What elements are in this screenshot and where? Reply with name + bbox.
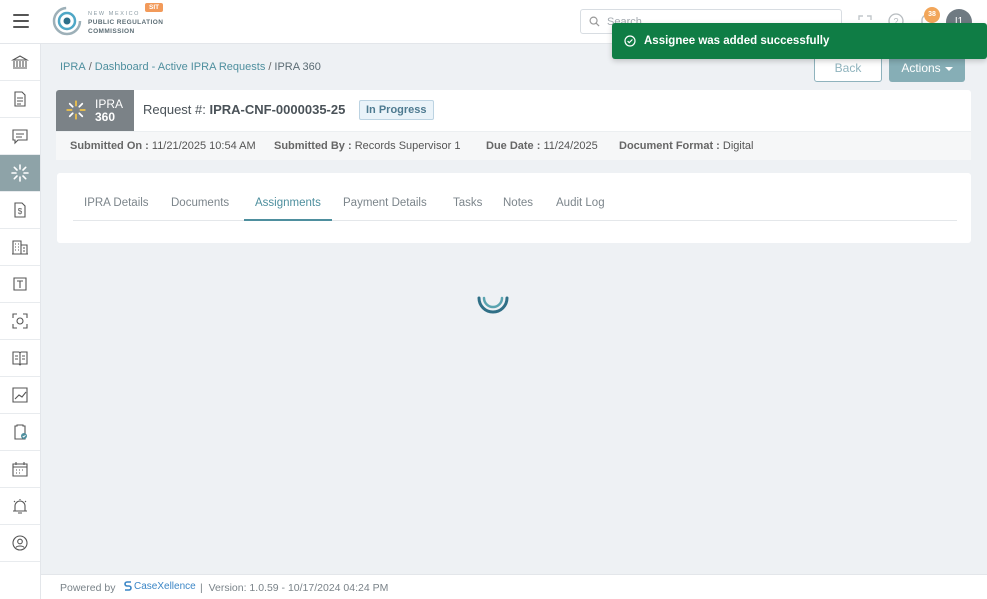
sidebar-item-bank[interactable] — [0, 44, 40, 81]
powered-by-label: Powered by — [60, 582, 116, 594]
prc-logo[interactable]: NEW MEXICO PUBLIC REGULATION COMMISSION … — [52, 3, 192, 40]
chart-icon — [12, 387, 28, 403]
loading-spinner-icon — [477, 296, 509, 314]
footer: Powered by CaseXellence | Version: 1.0.5… — [41, 574, 987, 599]
user-circle-icon — [12, 535, 28, 551]
svg-text:$: $ — [18, 207, 23, 216]
bank-icon — [11, 55, 29, 69]
notification-count-badge: 38 — [924, 7, 940, 23]
sidebar-item-messages[interactable] — [0, 118, 40, 155]
tab-documents[interactable]: Documents — [171, 197, 229, 209]
sidebar-item-calendar[interactable] — [0, 451, 40, 488]
tab-ipra-details[interactable]: IPRA Details — [84, 197, 149, 209]
submitted-on: Submitted On : 11/21/2025 10:54 AM — [70, 140, 256, 152]
invoice-dollar-icon: $ — [14, 202, 26, 218]
tab-bar: IPRA Details Documents Assignments Payme… — [73, 188, 957, 221]
chat-icon — [12, 129, 28, 145]
logo-line-1: NEW MEXICO — [88, 11, 141, 17]
sidebar-item-ipra-360[interactable] — [0, 155, 40, 192]
sidebar-item-alerts[interactable] — [0, 488, 40, 525]
status-badge: In Progress — [359, 100, 434, 120]
toast-message: Assignee was added successfully — [644, 35, 830, 47]
alarm-icon — [13, 499, 27, 514]
tabs-card: IPRA Details Documents Assignments Payme… — [57, 173, 971, 243]
badge-label-360: 360 — [95, 110, 116, 124]
sidebar-item-payments[interactable]: $ — [0, 192, 40, 229]
request-title: Request #: IPRA-CNF-0000035-25 — [143, 102, 346, 117]
caret-down-icon — [944, 66, 953, 71]
document-icon — [14, 91, 26, 107]
sidebar-item-documents[interactable] — [0, 81, 40, 118]
submitted-by: Submitted By : Records Supervisor 1 — [274, 140, 461, 152]
sidebar-item-scan[interactable] — [0, 303, 40, 340]
version-info: | Version: 1.0.59 - 10/17/2024 04:24 PM — [200, 582, 389, 594]
tab-notes[interactable]: Notes — [503, 197, 533, 209]
active-tab-indicator — [244, 219, 332, 221]
ipra-360-icon — [11, 164, 29, 182]
breadcrumb-current: IPRA 360 — [274, 61, 321, 73]
tab-payment-details[interactable]: Payment Details — [343, 197, 427, 209]
casexellence-mark-icon — [124, 581, 132, 591]
clipboard-check-icon — [14, 424, 27, 440]
sidebar: $ — [0, 44, 41, 599]
badge-label-ipra: IPRA — [95, 97, 124, 111]
sidebar-item-templates[interactable] — [0, 266, 40, 303]
logo-line-3: COMMISSION — [88, 28, 135, 35]
success-toast[interactable]: Assignee was added successfully — [612, 23, 987, 59]
breadcrumb-item-ipra[interactable]: IPRA — [60, 61, 86, 73]
scan-icon — [12, 313, 28, 329]
sidebar-item-tasks[interactable] — [0, 414, 40, 451]
environment-badge: SIT — [145, 3, 164, 12]
search-icon — [589, 16, 600, 27]
sidebar-item-library[interactable] — [0, 340, 40, 377]
sidebar-item-profile[interactable] — [0, 525, 40, 562]
calendar-icon — [12, 462, 28, 477]
tab-assignments[interactable]: Assignments — [255, 197, 321, 209]
sidebar-item-organizations[interactable] — [0, 229, 40, 266]
menu-icon[interactable] — [13, 14, 29, 28]
due-date: Due Date : 11/24/2025 — [486, 140, 598, 152]
request-header-card: IPRA 360 Request #: IPRA-CNF-0000035-25 … — [56, 90, 971, 160]
document-format: Document Format : Digital — [619, 140, 754, 152]
prc-logo-icon — [52, 6, 82, 36]
ipra-360-badge: IPRA 360 — [56, 90, 134, 131]
tab-tasks[interactable]: Tasks — [453, 197, 482, 209]
request-number: IPRA-CNF-0000035-25 — [209, 102, 346, 117]
check-circle-icon — [624, 35, 636, 47]
book-icon — [12, 351, 28, 366]
request-meta-row: Submitted On : 11/21/2025 10:54 AM Submi… — [56, 131, 971, 160]
breadcrumb: IPRA / Dashboard - Active IPRA Requests / IP… — [60, 61, 321, 73]
logo-line-2: PUBLIC REGULATION — [88, 19, 164, 26]
breadcrumb-item-dashboard[interactable]: Dashboard - Active IPRA Requests — [95, 61, 266, 73]
building-icon — [12, 240, 28, 255]
tab-audit-log[interactable]: Audit Log — [556, 197, 605, 209]
text-file-icon — [13, 277, 27, 291]
sidebar-item-reports[interactable] — [0, 377, 40, 414]
ipra-360-icon — [66, 100, 86, 120]
casexellence-logo[interactable]: CaseXellence — [124, 580, 196, 592]
